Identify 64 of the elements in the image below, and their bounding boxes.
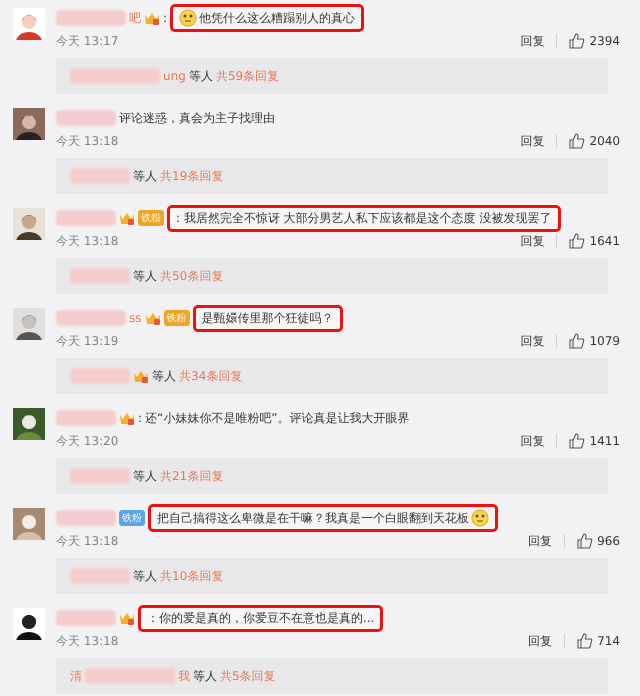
thumbs-up-icon bbox=[569, 433, 586, 449]
fan-badge: 铁粉 bbox=[164, 310, 190, 326]
comment-text: 还“小妹妹你不是唯粉吧”。评论真是让我大开眼界 bbox=[145, 410, 410, 426]
comment-text: 是甄嬛传里那个狂徒吗？ bbox=[202, 310, 334, 326]
like-button[interactable]: 1411 bbox=[569, 433, 620, 449]
blurred-name bbox=[70, 368, 130, 384]
comment-time: 今天 13:17 bbox=[56, 32, 120, 50]
thumbs-up-icon bbox=[577, 633, 594, 649]
like-button[interactable]: 1641 bbox=[569, 233, 620, 249]
blurred-name bbox=[56, 410, 116, 426]
reply-link[interactable]: 回复 bbox=[520, 232, 544, 250]
others-label: 等人 bbox=[193, 668, 217, 684]
blurred-name bbox=[56, 210, 116, 226]
others-label: 等人 bbox=[133, 568, 157, 584]
blurred-name bbox=[70, 168, 130, 184]
crown-icon bbox=[144, 311, 161, 325]
blurred-name bbox=[56, 10, 126, 26]
blurred-name bbox=[56, 310, 126, 326]
comment-time: 今天 13:18 bbox=[56, 532, 120, 550]
blurred-name bbox=[56, 610, 116, 626]
like-button[interactable]: 2040 bbox=[569, 133, 620, 149]
others-label: 等人 bbox=[133, 268, 157, 284]
blurred-name bbox=[70, 268, 130, 284]
blurred-name bbox=[56, 510, 116, 526]
thumbs-up-icon bbox=[569, 33, 586, 49]
reply-link[interactable]: 回复 bbox=[520, 432, 544, 450]
comment-time: 今天 13:19 bbox=[56, 332, 120, 350]
comment-text: : 我居然完全不惊讶 大部分男艺人私下应该都是这个态度 没被发现罢了 bbox=[176, 210, 552, 226]
comment-time: 今天 13:20 bbox=[56, 432, 120, 450]
crown-icon bbox=[119, 611, 135, 625]
crown-icon bbox=[144, 11, 160, 25]
others-label: 等人 bbox=[188, 68, 213, 84]
like-button[interactable]: 2394 bbox=[569, 33, 620, 49]
like-button[interactable]: 966 bbox=[577, 533, 620, 549]
comment-time: 今天 13:18 bbox=[56, 232, 120, 250]
others-label: 等人 bbox=[133, 468, 157, 484]
comment-time: 今天 13:18 bbox=[56, 632, 120, 650]
comment-text: 把自己搞得这么卑微是在干嘛？我真是一个白眼翻到天花板 bbox=[157, 510, 469, 526]
comment-text: ：你的爱是真的，你爱豆不在意也是真的... bbox=[147, 610, 374, 626]
comment-text: 评论迷惑，真会为主子找理由 bbox=[119, 110, 275, 126]
reply-link[interactable]: 回复 bbox=[528, 532, 552, 550]
others-label: 等人 bbox=[152, 368, 176, 384]
thumbs-up-icon bbox=[569, 233, 586, 249]
thumbs-up-icon bbox=[569, 133, 586, 149]
fan-badge: 铁粉 bbox=[138, 210, 164, 226]
reply-link[interactable]: 回复 bbox=[520, 332, 544, 350]
like-button[interactable]: 714 bbox=[577, 633, 620, 649]
blurred-name bbox=[70, 568, 130, 584]
crown-icon bbox=[119, 411, 135, 425]
reply-link[interactable]: 回复 bbox=[528, 632, 552, 650]
like-button[interactable]: 1079 bbox=[569, 333, 620, 349]
others-label: 等人 bbox=[133, 168, 157, 184]
thumbs-up-icon bbox=[569, 333, 586, 349]
comment-time: 今天 13:18 bbox=[56, 132, 120, 150]
blurred-name bbox=[70, 468, 130, 484]
reply-link[interactable]: 回复 bbox=[520, 32, 544, 50]
reply-link[interactable]: 回复 bbox=[520, 132, 544, 150]
comment-text: 他凭什么这么糟蹋别人的真心 bbox=[199, 10, 356, 26]
blurred-name bbox=[56, 110, 116, 126]
colon: : bbox=[163, 11, 168, 25]
colon: : bbox=[138, 411, 142, 425]
thumbs-up-icon bbox=[577, 533, 594, 549]
fan-badge: 铁粉 bbox=[119, 510, 145, 526]
crown-icon bbox=[119, 211, 135, 225]
